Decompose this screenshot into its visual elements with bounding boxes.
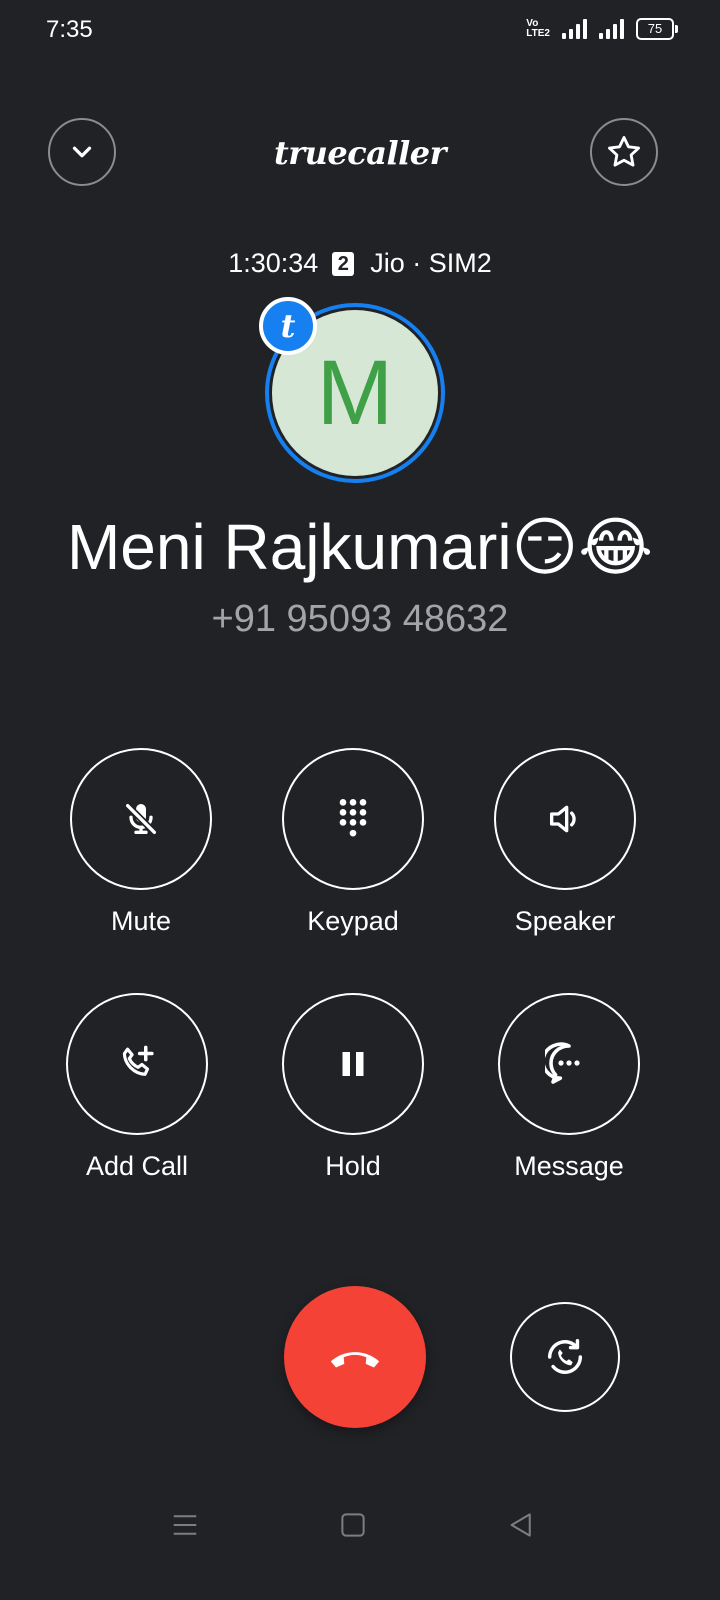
home-square-icon <box>341 1513 365 1537</box>
speaker-button[interactable]: Speaker <box>490 748 640 937</box>
swap-call-button[interactable] <box>510 1302 620 1412</box>
favorite-button[interactable] <box>590 118 658 186</box>
signal-sim1-icon <box>562 19 587 39</box>
in-call-screen: 7:35 Vo LTE2 75 truecaller 1:30:34 2 Jio… <box>0 0 720 1600</box>
keypad-button[interactable]: Keypad <box>278 748 428 937</box>
star-outline-icon <box>608 136 640 167</box>
carrier-label: Jio · SIM2 <box>370 248 492 278</box>
back-nav-button[interactable] <box>506 1510 536 1540</box>
hang-up-icon <box>330 1352 380 1368</box>
contact-number: +91 95093 48632 <box>211 598 509 640</box>
home-nav-button[interactable] <box>338 1510 368 1540</box>
hold-button[interactable]: Hold <box>278 993 428 1182</box>
menu-icon <box>173 1515 197 1535</box>
truecaller-badge-icon: t <box>259 297 317 355</box>
end-call-button[interactable] <box>284 1286 426 1428</box>
keypad-label: Keypad <box>307 906 399 936</box>
add-call-button[interactable]: Add Call <box>62 993 212 1182</box>
speaker-icon <box>550 805 576 833</box>
status-icons: Vo LTE2 75 <box>526 18 678 40</box>
status-time: 7:35 <box>46 16 93 43</box>
add-call-icon <box>122 1045 154 1076</box>
sim-slot-icon: 2 <box>332 251 355 276</box>
mic-off-icon <box>125 803 157 835</box>
message-button[interactable]: Message <box>494 993 644 1182</box>
status-bar: 7:35 Vo LTE2 75 <box>0 0 720 64</box>
pause-icon <box>342 1052 364 1076</box>
signal-sim2-icon <box>599 19 624 39</box>
volte-icon: Vo LTE2 <box>526 18 550 39</box>
system-nav-bar <box>0 1500 720 1560</box>
message-icon <box>545 1042 580 1084</box>
battery-level: 75 <box>647 21 663 36</box>
call-duration: 1:30:34 <box>228 248 319 278</box>
message-label: Message <box>514 1151 624 1181</box>
hold-label: Hold <box>325 1151 381 1181</box>
speaker-label: Speaker <box>514 906 616 936</box>
mute-label: Mute <box>110 906 172 936</box>
battery-icon: 75 <box>636 18 678 40</box>
menu-nav-button[interactable] <box>170 1510 200 1540</box>
mute-button[interactable]: Mute <box>66 748 216 937</box>
add-call-label: Add Call <box>85 1151 189 1181</box>
phone-sync-icon <box>547 1338 583 1374</box>
contact-name: Meni Rajkumari😏😂 <box>66 511 654 583</box>
back-triangle-icon <box>510 1513 531 1537</box>
call-info: 1:30:34 2 Jio · SIM2 <box>0 248 720 279</box>
dialpad-icon <box>339 799 367 837</box>
